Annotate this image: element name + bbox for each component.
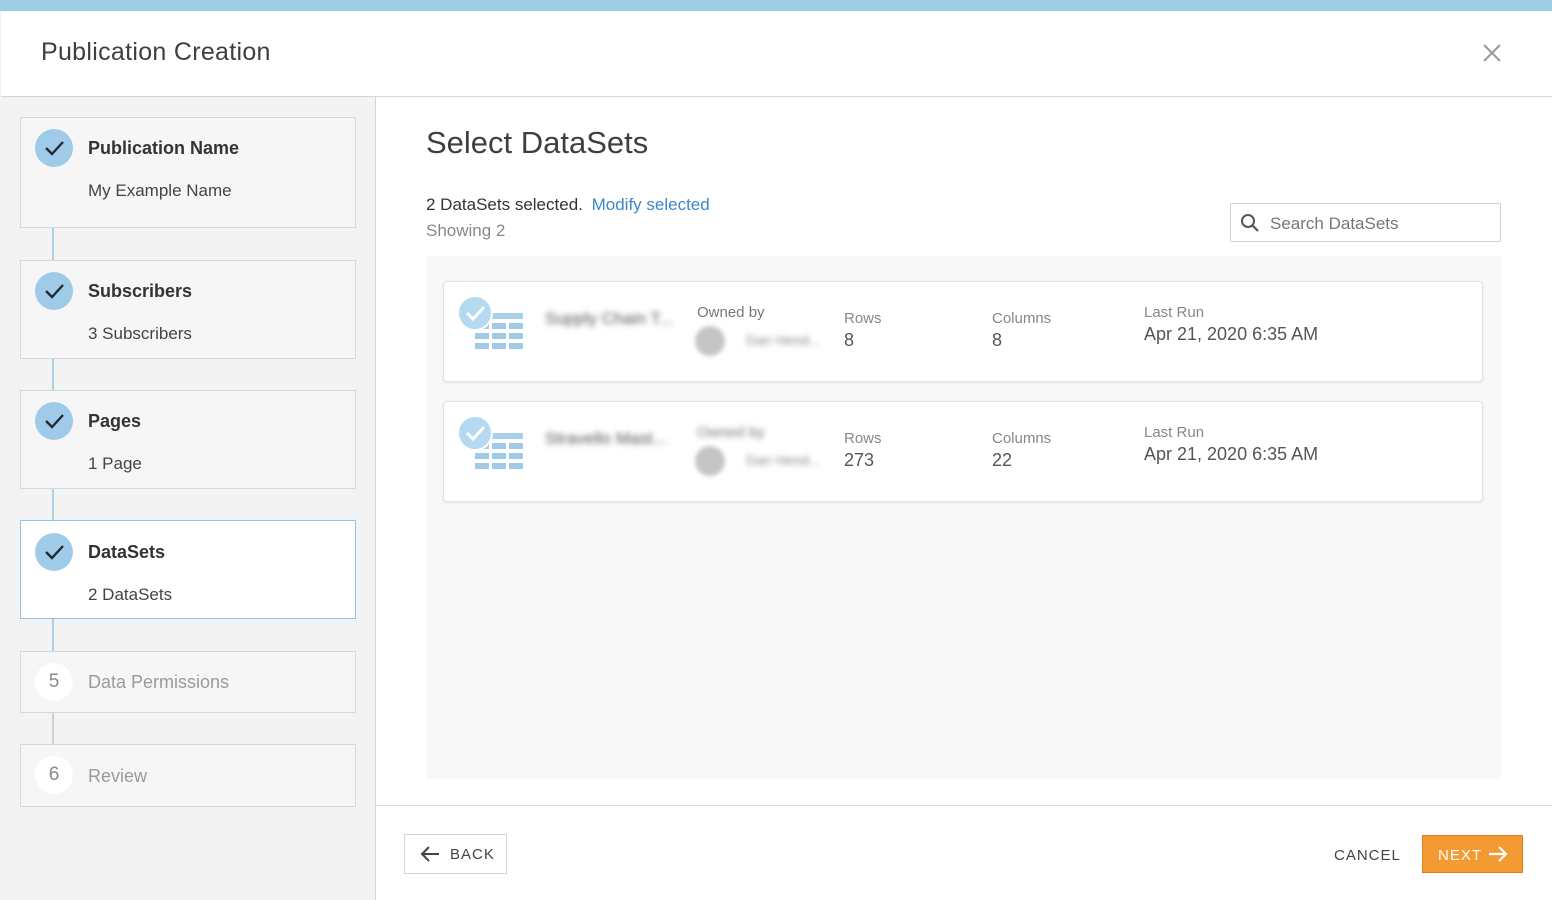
- step-subtitle: 1 Page: [88, 454, 142, 473]
- step-review[interactable]: 6 Review: [20, 744, 356, 807]
- modal-header: Publication Creation: [1, 11, 1552, 97]
- page-title: Select DataSets: [426, 125, 649, 160]
- step-pages[interactable]: Pages 1 Page: [20, 390, 356, 489]
- step-connector: [52, 358, 54, 391]
- next-button[interactable]: NEXT: [1422, 835, 1523, 873]
- cancel-button[interactable]: CANCEL: [1334, 847, 1401, 864]
- search-input[interactable]: [1268, 204, 1497, 243]
- showing-count: Showing 2: [426, 221, 506, 240]
- last-run-value: Apr 21, 2020 6:35 AM: [1144, 444, 1319, 464]
- checkmark-icon: [45, 545, 64, 560]
- arrow-right-icon: [1489, 846, 1508, 862]
- step-publication-name[interactable]: Publication Name My Example Name: [20, 117, 356, 228]
- checkmark-icon: [45, 414, 64, 429]
- dataset-table-icon: [457, 415, 523, 469]
- dataset-name: Supply Chain T...: [545, 309, 674, 328]
- search-icon: [1241, 214, 1259, 232]
- modal-title: Publication Creation: [41, 38, 271, 66]
- step-title: Pages: [88, 411, 142, 431]
- next-button-label: NEXT: [1438, 847, 1483, 864]
- step-complete-badge: [35, 402, 73, 440]
- columns-value: 8: [992, 330, 1003, 350]
- window-top-bar: [0, 0, 1552, 11]
- step-complete-badge: [35, 533, 73, 571]
- modal-footer: BACK CANCEL NEXT: [376, 805, 1552, 900]
- dataset-table-icon: [457, 295, 523, 349]
- back-button[interactable]: BACK: [404, 834, 507, 874]
- step-number-badge: 6: [35, 756, 73, 794]
- dataset-list: Supply Chain T... Owned by Dan Hend... R…: [426, 256, 1501, 779]
- arrow-left-icon: [420, 846, 439, 862]
- rows-label: Rows: [844, 430, 882, 447]
- rows-value: 8: [844, 330, 855, 350]
- step-title: Subscribers: [88, 281, 193, 301]
- step-connector: [52, 712, 54, 745]
- step-complete-badge: [35, 129, 73, 167]
- checkmark-icon: [45, 284, 64, 299]
- owned-by-label: Owned by: [697, 304, 765, 321]
- step-subscribers[interactable]: Subscribers 3 Subscribers: [20, 260, 356, 359]
- close-button[interactable]: [1480, 41, 1504, 65]
- search-box: [1230, 203, 1501, 243]
- last-run-label: Last Run: [1144, 304, 1205, 321]
- rows-label: Rows: [844, 310, 882, 327]
- checkmark-icon: [45, 141, 64, 156]
- avatar: [695, 326, 725, 356]
- step-complete-badge: [35, 272, 73, 310]
- columns-label: Columns: [992, 310, 1052, 327]
- step-connector: [52, 488, 54, 521]
- selection-summary: 2 DataSets selected. Modify selected: [426, 195, 710, 215]
- step-connector: [52, 618, 54, 651]
- rows-value: 273: [844, 450, 875, 470]
- step-subtitle: 3 Subscribers: [88, 324, 192, 343]
- selected-count-text: 2 DataSets selected.: [426, 195, 583, 214]
- columns-value: 22: [992, 450, 1013, 470]
- owned-by-label: Owned by: [697, 424, 765, 441]
- back-button-label: BACK: [450, 846, 495, 863]
- owner-name: Dan Hend...: [746, 332, 821, 348]
- step-connector: [52, 227, 54, 260]
- main-content: Select DataSets 2 DataSets selected. Mod…: [376, 97, 1552, 805]
- step-data-permissions[interactable]: 5 Data Permissions: [20, 651, 356, 713]
- step-subtitle: My Example Name: [88, 181, 232, 200]
- step-subtitle: 2 DataSets: [88, 585, 173, 604]
- columns-label: Columns: [992, 430, 1052, 447]
- modify-selected-link[interactable]: Modify selected: [592, 195, 710, 214]
- last-run-value: Apr 21, 2020 6:35 AM: [1144, 324, 1319, 344]
- publication-creation-modal: Publication Creation Publication Name My…: [1, 11, 1552, 900]
- step-title: Publication Name: [88, 138, 240, 158]
- dataset-card[interactable]: Stravello Mast... Owned by Dan Hend... R…: [443, 401, 1483, 502]
- step-title: Data Permissions: [88, 672, 230, 692]
- step-datasets[interactable]: DataSets 2 DataSets: [20, 520, 356, 619]
- last-run-label: Last Run: [1144, 424, 1205, 441]
- step-title: Review: [88, 766, 148, 786]
- close-icon: [1483, 44, 1501, 62]
- step-title: DataSets: [88, 542, 166, 562]
- dataset-card[interactable]: Supply Chain T... Owned by Dan Hend... R…: [443, 281, 1483, 382]
- dataset-name: Stravello Mast...: [545, 429, 667, 448]
- avatar: [695, 446, 725, 476]
- step-number-badge: 5: [35, 663, 73, 701]
- owner-name: Dan Hend...: [746, 452, 821, 468]
- stepper-sidebar: Publication Name My Example Name Subscri…: [1, 97, 376, 900]
